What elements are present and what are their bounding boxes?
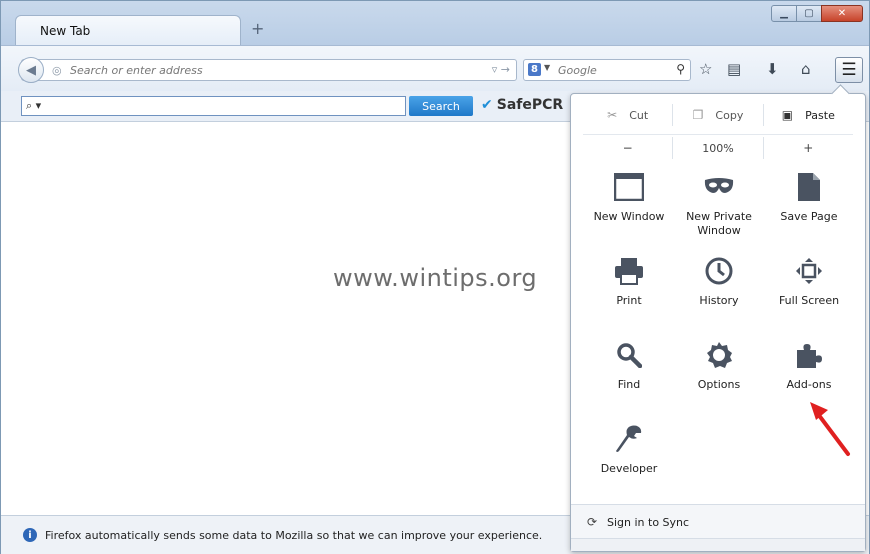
zoom-controls: − 100% + (583, 134, 853, 159)
find-button[interactable]: Find (583, 338, 675, 392)
gear-icon (673, 338, 765, 372)
new-tab-button[interactable]: + (251, 21, 264, 37)
paste-label: Paste (805, 108, 835, 122)
panel-footer (571, 538, 865, 551)
navigation-bar: ◀ ◎ Search or enter address ▿ → 8 ▼ Goog… (1, 45, 869, 91)
cut-button[interactable]: ✂ Cut (583, 104, 674, 126)
developer-label: Developer (600, 462, 658, 475)
new-private-window-label: New Private Window (686, 210, 752, 237)
history-button[interactable]: History (673, 254, 765, 308)
brand-name: SafePCR (496, 97, 564, 113)
fullscreen-icon (763, 254, 855, 288)
google-icon[interactable]: 8 (528, 63, 541, 76)
bookmark-star-icon[interactable]: ☆ (699, 60, 712, 78)
clock-icon (673, 254, 765, 288)
add-ons-label: Add-ons (786, 378, 832, 391)
minimize-button[interactable]: ▁ (771, 5, 797, 22)
mask-icon (673, 170, 765, 204)
sync-icon: ⟳ (587, 515, 598, 529)
puzzle-icon (763, 338, 855, 372)
paste-button[interactable]: ▣ Paste (764, 104, 853, 126)
search-icon[interactable]: ⚲ (676, 62, 685, 76)
addon-search-input[interactable]: ⌕ ▾ (21, 96, 406, 116)
maximize-button[interactable]: ▢ (796, 5, 822, 22)
download-icon[interactable]: ⬇ (766, 60, 779, 78)
zoom-in-button[interactable]: + (764, 137, 853, 159)
find-label: Find (617, 378, 641, 391)
sign-in-sync-button[interactable]: ⟳ Sign in to Sync (571, 504, 865, 539)
chevron-down-icon[interactable]: ▼ (544, 63, 550, 72)
annotation-arrow-icon (810, 402, 850, 456)
clipboard-icon: ▣ (781, 108, 794, 122)
copy-icon: ❐ (692, 108, 704, 122)
new-private-window-button[interactable]: New Private Window (673, 170, 765, 238)
address-bar[interactable]: ◀ ◎ Search or enter address ▿ → (18, 57, 517, 83)
title-bar: New Tab + ▁ ▢ ✕ (1, 1, 869, 45)
new-window-button[interactable]: New Window (583, 170, 675, 224)
reading-list-icon[interactable]: ▤ (727, 60, 741, 78)
history-label: History (699, 294, 739, 307)
hamburger-menu-button[interactable]: ☰ (835, 57, 863, 83)
edit-controls: ✂ Cut ❐ Copy ▣ Paste (583, 104, 853, 126)
addon-search-button[interactable]: Search (409, 96, 473, 116)
add-ons-button[interactable]: Add-ons (763, 338, 855, 392)
print-button[interactable]: Print (583, 254, 675, 308)
info-icon: i (23, 528, 37, 542)
search-bar[interactable]: 8 ▼ Google ⚲ (523, 59, 691, 81)
developer-button[interactable]: Developer (583, 422, 675, 476)
copy-button[interactable]: ❐ Copy (673, 104, 764, 126)
zoom-out-button[interactable]: − (583, 137, 674, 159)
hamburger-icon: ☰ (841, 60, 857, 80)
full-screen-label: Full Screen (778, 294, 840, 307)
options-button[interactable]: Options (673, 338, 765, 392)
back-arrow-icon: ◀ (26, 62, 36, 78)
page-icon (763, 170, 855, 204)
go-arrow-icon[interactable]: ▿ → (492, 63, 510, 76)
safepcr-logo[interactable]: ✔ SafePCR (481, 97, 563, 113)
new-window-label: New Window (593, 210, 665, 223)
scissors-icon: ✂ (607, 108, 618, 122)
print-label: Print (616, 294, 642, 307)
zoom-reset-button[interactable]: 100% (673, 137, 764, 159)
tab-new-tab[interactable]: New Tab (15, 15, 241, 45)
shield-check-icon: ✔ (481, 97, 493, 113)
menu-panel: ✂ Cut ❐ Copy ▣ Paste − 100% + New Window Ne… (570, 93, 866, 552)
back-button[interactable]: ◀ (18, 57, 44, 83)
home-icon[interactable]: ⌂ (801, 60, 811, 78)
watermark-text: www.wintips.org (333, 264, 538, 292)
options-label: Options (697, 378, 741, 391)
address-placeholder: Search or enter address (70, 64, 203, 77)
copy-label: Copy (715, 108, 744, 122)
printer-icon (583, 254, 675, 288)
full-screen-button[interactable]: Full Screen (763, 254, 855, 308)
tab-title: New Tab (40, 24, 91, 38)
cut-label: Cut (629, 108, 649, 122)
notification-text: Firefox automatically sends some data to… (45, 529, 543, 542)
window-icon (583, 170, 675, 204)
save-page-button[interactable]: Save Page (763, 170, 855, 224)
wrench-icon (583, 422, 675, 456)
close-button[interactable]: ✕ (821, 5, 863, 22)
window-controls: ▁ ▢ ✕ (771, 5, 863, 22)
addon-search-icon: ⌕ ▾ (26, 99, 42, 112)
sign-in-sync-label: Sign in to Sync (607, 516, 690, 529)
magnifier-icon (583, 338, 675, 372)
globe-icon: ◎ (52, 64, 62, 77)
search-placeholder: Google (558, 64, 597, 77)
save-page-label: Save Page (780, 210, 838, 223)
